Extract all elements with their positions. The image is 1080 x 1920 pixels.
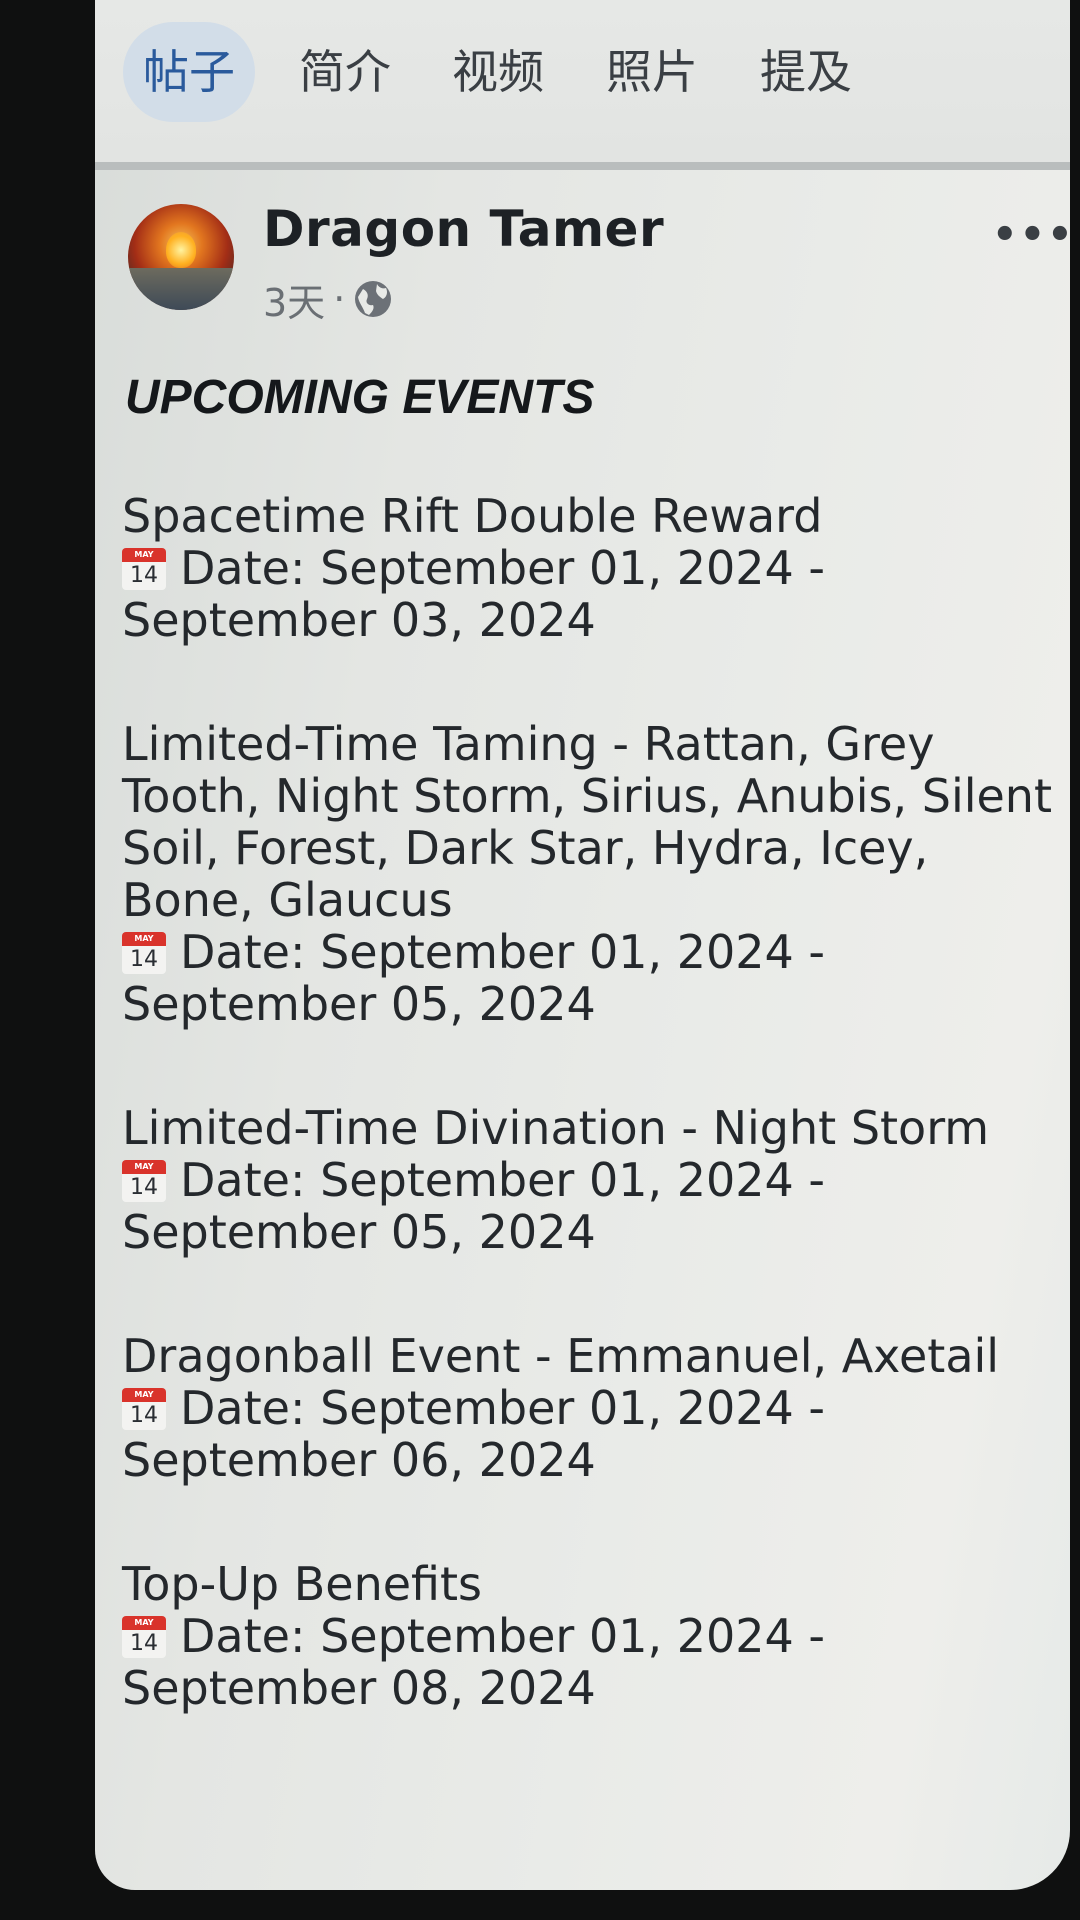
- calendar-icon: MAY 14: [122, 1388, 166, 1430]
- post-card: Dragon Tamer 3天 · ••• UPCOMING EVENTS Sp…: [95, 170, 1070, 1890]
- calendar-icon: MAY 14: [122, 1160, 166, 1202]
- more-options-button[interactable]: •••: [992, 215, 1070, 255]
- tab-mentions[interactable]: 提及: [741, 22, 871, 122]
- calendar-icon: MAY 14: [122, 548, 166, 590]
- event-title: Limited-Time Divination - Night Storm: [122, 1101, 990, 1155]
- event-item: Limited-Time Divination - Night Storm MA…: [122, 1102, 1052, 1258]
- event-title: Top-Up Benefits: [122, 1557, 483, 1611]
- post-meta: 3天 ·: [263, 272, 393, 327]
- avatar[interactable]: [128, 204, 234, 310]
- event-date: Date: September 01, 2024 - September 05,…: [122, 925, 826, 1031]
- event-title: Spacetime Rift Double Reward: [122, 489, 823, 543]
- globe-icon: [355, 281, 392, 317]
- event-date: Date: September 01, 2024 - September 08,…: [122, 1609, 826, 1715]
- tab-about[interactable]: 简介: [280, 22, 410, 122]
- event-item: Top-Up Benefits MAY 14 Date: September 01,…: [122, 1558, 1052, 1714]
- event-list: Spacetime Rift Double Reward MAY 14 Date: …: [122, 490, 1052, 1786]
- event-date: Date: September 01, 2024 - September 05,…: [122, 1153, 826, 1259]
- calendar-icon: MAY 14: [122, 1616, 166, 1658]
- tab-videos[interactable]: 视频: [433, 22, 563, 122]
- post-author-name[interactable]: Dragon Tamer: [263, 200, 664, 258]
- profile-tab-bar: 帖子 简介 视频 照片 提及: [95, 0, 1070, 170]
- meta-separator: ·: [333, 277, 346, 321]
- tab-posts[interactable]: 帖子: [123, 22, 255, 122]
- phone-screen: 帖子 简介 视频 照片 提及 Dragon Tamer 3天 · ••• UPC…: [95, 0, 1070, 1890]
- calendar-icon: MAY 14: [122, 932, 166, 974]
- event-title: Limited-Time Taming - Rattan, Grey Tooth…: [122, 717, 1052, 927]
- event-item: Dragonball Event - Emmanuel, Axetail MAY…: [122, 1330, 1052, 1486]
- post-time[interactable]: 3天: [263, 272, 325, 327]
- tab-photos[interactable]: 照片: [587, 22, 717, 122]
- event-date: Date: September 01, 2024 - September 03,…: [122, 541, 826, 647]
- post-heading: UPCOMING EVENTS: [125, 371, 595, 424]
- event-item: Limited-Time Taming - Rattan, Grey Tooth…: [122, 718, 1052, 1030]
- event-item: Spacetime Rift Double Reward MAY 14 Date: …: [122, 490, 1052, 646]
- event-date: Date: September 01, 2024 - September 06,…: [122, 1381, 826, 1487]
- event-title: Dragonball Event - Emmanuel, Axetail: [122, 1329, 1000, 1383]
